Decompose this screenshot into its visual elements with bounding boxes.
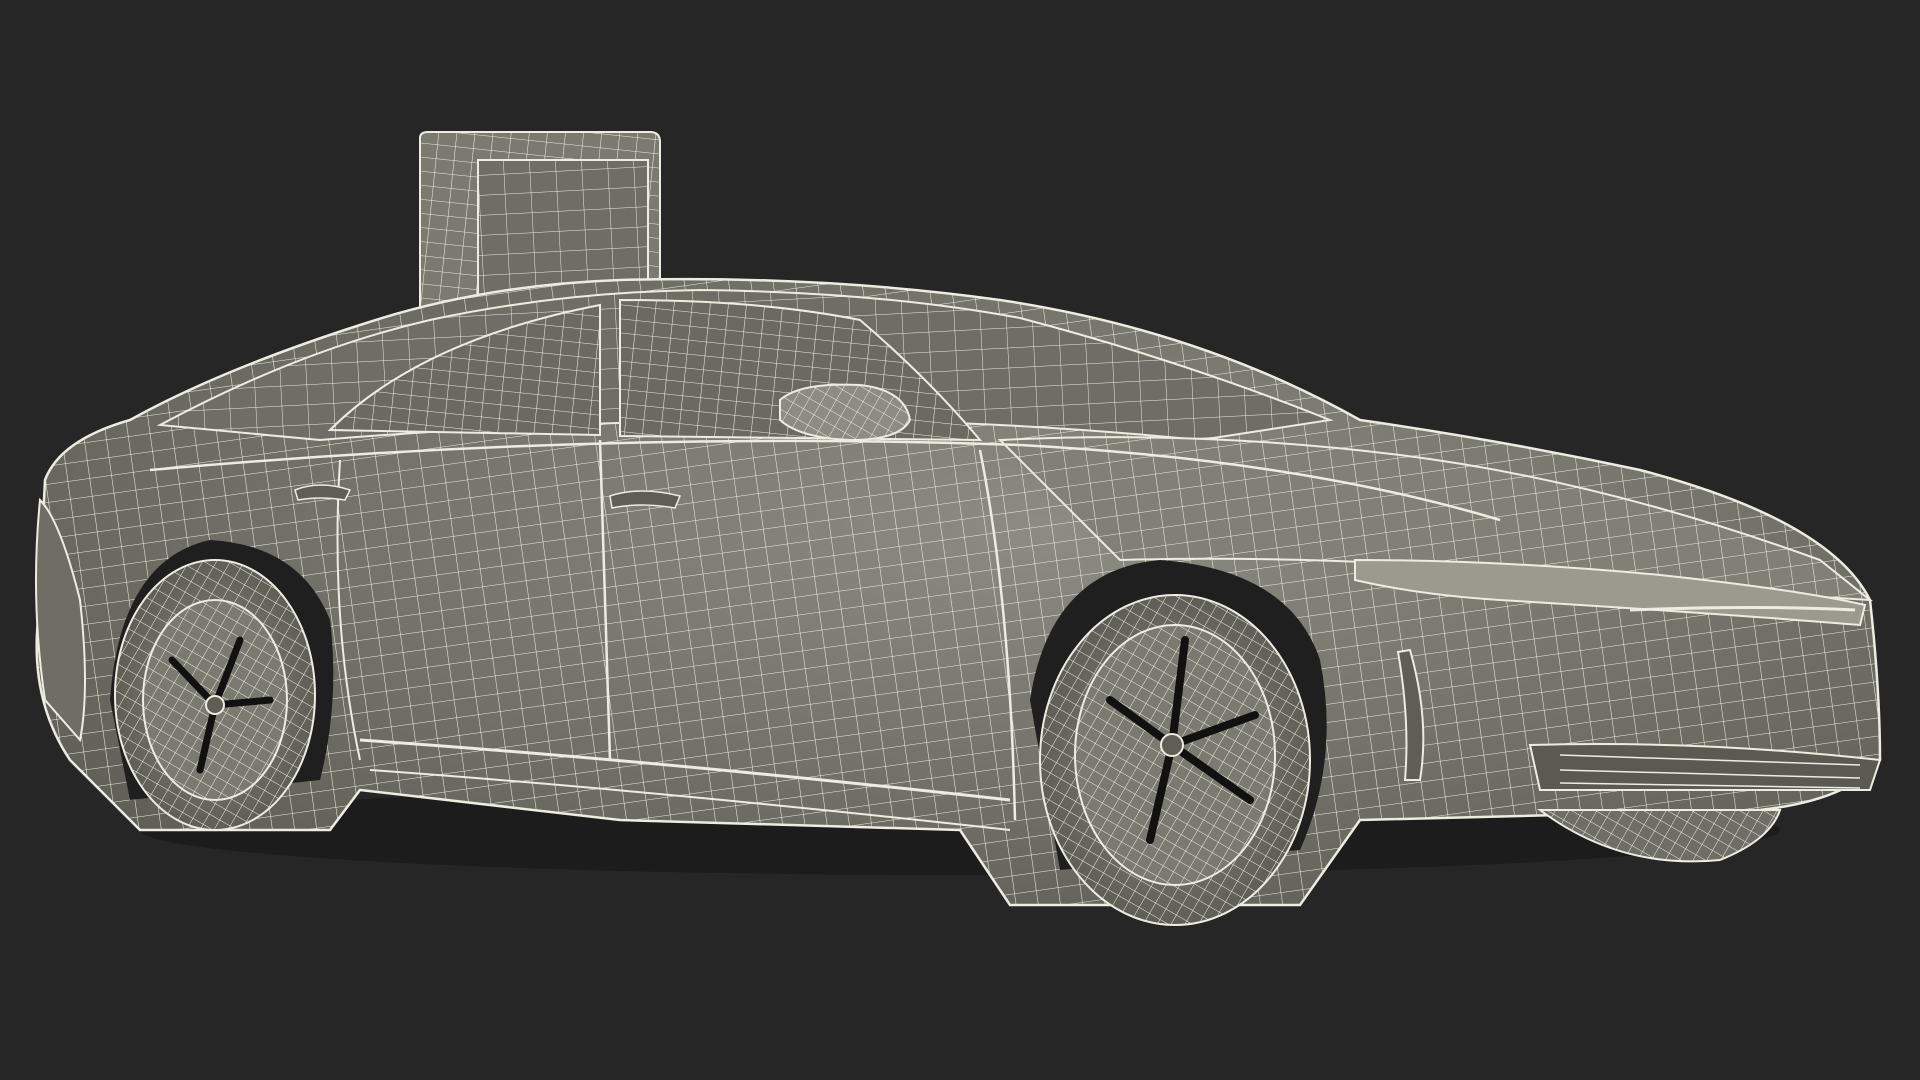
- render-viewport: [0, 0, 1920, 1080]
- wireframe-render: [35, 131, 1882, 926]
